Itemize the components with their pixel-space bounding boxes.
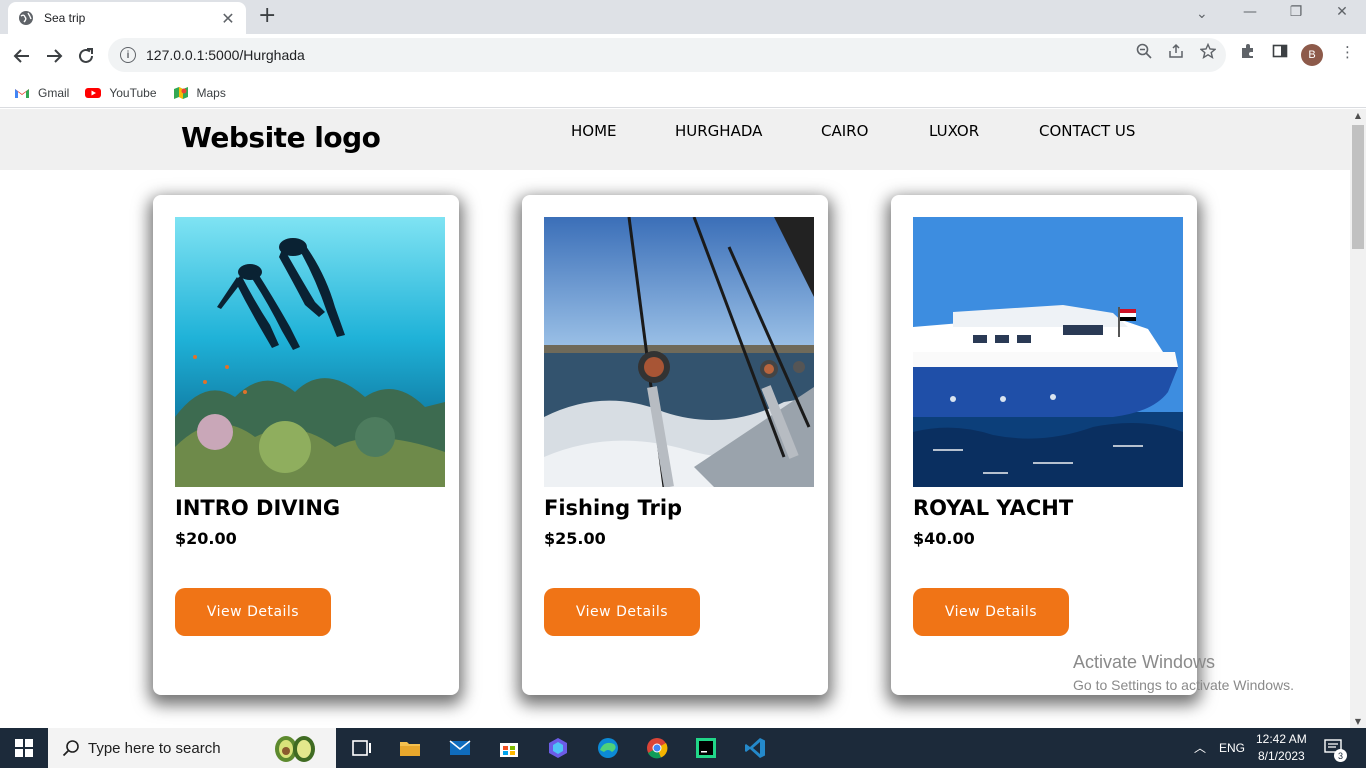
clock-date[interactable]: 8/1/2023 (1258, 749, 1305, 763)
trip-card: INTRO DIVING $20.00 View Details (153, 195, 459, 695)
yacht-photo (913, 217, 1183, 487)
bookmark-label: YouTube (109, 85, 157, 100)
menu-kebab-icon[interactable]: ⋮ (1340, 43, 1355, 61)
card-title: INTRO DIVING (175, 496, 341, 520)
view-details-button[interactable]: View Details (175, 588, 331, 636)
scroll-up-arrow-icon[interactable]: ▲ (1350, 111, 1366, 120)
maps-icon (173, 86, 188, 99)
notification-count-badge: 3 (1334, 749, 1347, 762)
bookmark-label: Maps (196, 85, 226, 100)
trip-card: Fishing Trip $25.00 View Details (522, 195, 828, 695)
search-placeholder: Type here to search (88, 739, 221, 757)
start-button[interactable] (0, 728, 48, 768)
card-title: Fishing Trip (544, 496, 683, 520)
trip-card: ROYAL YACHT $40.00 View Details (891, 195, 1197, 695)
view-details-button[interactable]: View Details (913, 588, 1069, 636)
tab-title: Sea trip (44, 11, 86, 25)
nav-hurghada[interactable]: HURGHADA (675, 122, 762, 140)
youtube-icon (85, 87, 102, 98)
clock-time[interactable]: 12:42 AM (1256, 732, 1307, 746)
bookmark-label: Gmail (38, 85, 70, 100)
avocado-highlight-icon (275, 736, 315, 762)
nav-contact-us[interactable]: CONTACT US (1039, 122, 1135, 140)
fishing-photo (544, 217, 814, 487)
file-explorer-icon[interactable] (398, 736, 422, 760)
windows-logo-icon (15, 739, 33, 757)
tray-overflow-chevron-icon[interactable]: ︿ (1194, 739, 1206, 756)
nav-luxor[interactable]: LUXOR (929, 122, 979, 140)
activate-windows-subtitle: Go to Settings to activate Windows. (1073, 677, 1294, 693)
bookmark-maps[interactable]: Maps (173, 86, 226, 100)
forward-icon[interactable] (42, 44, 66, 68)
zoom-icon[interactable] (1136, 43, 1152, 63)
browser-toolbar: i 127.0.0.1:5000/Hurghada B ⋮ (0, 34, 1366, 78)
address-url[interactable]: 127.0.0.1:5000/Hurghada (146, 47, 305, 63)
globe-icon (19, 11, 33, 25)
view-details-button[interactable]: View Details (544, 588, 700, 636)
reload-icon[interactable] (74, 44, 98, 68)
pycharm-icon[interactable] (694, 736, 718, 760)
close-tab-icon[interactable]: ✕ (220, 9, 236, 28)
bookmark-gmail[interactable]: Gmail (14, 86, 69, 100)
browser-tabstrip: Sea trip ✕ + ⌄ — ❐ ✕ (0, 0, 1366, 34)
share-icon[interactable] (1168, 43, 1184, 63)
edge-browser-icon[interactable] (596, 736, 620, 760)
scrollbar-thumb[interactable] (1352, 125, 1364, 249)
nav-cairo[interactable]: CAIRO (821, 122, 868, 140)
microsoft-store-icon[interactable] (497, 736, 521, 760)
vscode-icon[interactable] (743, 736, 767, 760)
restore-icon[interactable]: ❐ (1286, 4, 1306, 20)
card-price: $20.00 (175, 529, 237, 548)
card-price: $40.00 (913, 529, 975, 548)
bookmark-star-icon[interactable] (1199, 42, 1217, 63)
search-icon (62, 740, 79, 757)
windows-taskbar: Type here to search ︿ ENG 12:42 AM 8/1/2… (0, 728, 1366, 768)
site-info-icon[interactable]: i (120, 47, 136, 63)
language-indicator[interactable]: ENG (1219, 741, 1245, 755)
minimize-icon[interactable]: — (1240, 4, 1260, 20)
taskbar-search-box[interactable]: Type here to search (48, 728, 336, 768)
scroll-down-arrow-icon[interactable]: ▼ (1350, 717, 1366, 726)
page-scrollbar[interactable]: ▲ ▼ (1350, 109, 1366, 728)
back-icon[interactable] (10, 44, 34, 68)
activate-windows-title: Activate Windows (1073, 652, 1216, 672)
page-viewport: Website logo HOME HURGHADA CAIRO LUXOR C… (0, 109, 1350, 728)
gmail-icon (15, 88, 29, 98)
card-title: ROYAL YACHT (913, 496, 1074, 520)
copilot-icon[interactable] (546, 736, 570, 760)
chrome-icon[interactable] (645, 736, 669, 760)
website-logo[interactable]: Website logo (181, 121, 381, 154)
side-panel-icon[interactable] (1272, 43, 1288, 63)
new-tab-icon[interactable]: + (258, 5, 276, 27)
site-header: Website logo HOME HURGHADA CAIRO LUXOR C… (0, 109, 1350, 170)
bookmarks-bar: Gmail YouTube Maps (0, 78, 1366, 108)
tab-search-chevron-icon[interactable]: ⌄ (1196, 6, 1208, 22)
task-view-icon[interactable] (350, 736, 374, 760)
card-price: $25.00 (544, 529, 606, 548)
profile-avatar[interactable]: B (1301, 44, 1323, 66)
browser-tab[interactable]: Sea trip ✕ (8, 2, 246, 34)
mail-icon[interactable] (448, 736, 472, 760)
extensions-icon[interactable] (1240, 43, 1256, 63)
diving-photo (175, 217, 445, 487)
close-window-icon[interactable]: ✕ (1332, 4, 1352, 20)
bookmark-youtube[interactable]: YouTube (85, 85, 157, 100)
address-bar[interactable]: i 127.0.0.1:5000/Hurghada (108, 38, 1226, 72)
nav-home[interactable]: HOME (571, 122, 617, 140)
